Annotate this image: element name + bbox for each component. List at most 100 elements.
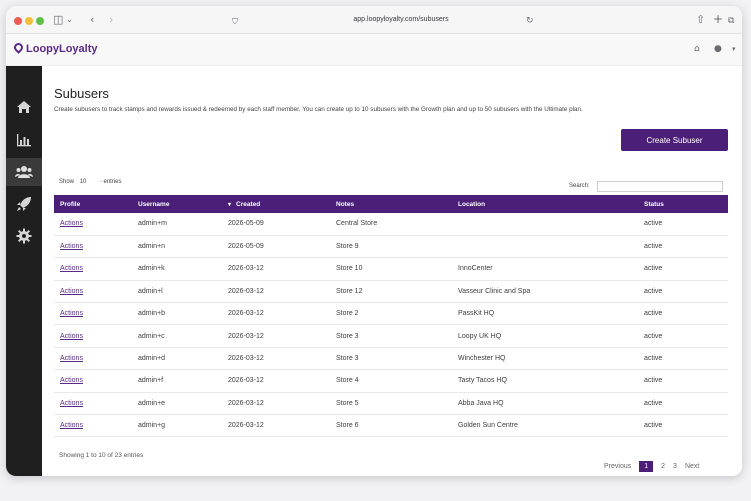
page-link-3[interactable]: 3 [673, 463, 677, 470]
cell-created: 2026-03-12 [228, 422, 264, 430]
column-header-username[interactable]: Username [138, 195, 228, 213]
table-cell: Store 6 [336, 415, 458, 437]
actions-link[interactable]: Actions [60, 310, 83, 317]
cell-created: 2026-03-12 [228, 332, 264, 340]
main-content: Subusers Create subusers to track stamps… [42, 66, 742, 476]
table-cell: Store 10 [336, 258, 458, 280]
tabs-overview-icon[interactable]: ⧉ [728, 14, 734, 28]
previous-page-link[interactable]: Previous [604, 463, 631, 470]
table-cell: Actions [54, 213, 138, 235]
chevron-down-icon[interactable]: ⌄ [66, 13, 73, 27]
forward-icon[interactable]: › [109, 13, 113, 27]
table-cell: Store 3 [336, 325, 458, 347]
maximize-window-button[interactable] [36, 17, 44, 25]
actions-link[interactable]: Actions [60, 377, 83, 384]
table-cell: 2026-03-12 [228, 347, 336, 369]
cell-username: admin+e [138, 399, 166, 407]
address-bar[interactable]: app.loopyloyalty.com/subusers [236, 12, 566, 28]
sidebar [6, 66, 42, 476]
page-link-1[interactable]: 1 [639, 461, 654, 472]
cell-username: admin+k [138, 265, 165, 273]
sidebar-item-reports[interactable] [6, 126, 42, 154]
create-subuser-button[interactable]: Create Subuser [621, 129, 728, 151]
cell-location: Golden Sun Centre [458, 422, 518, 430]
column-header-created[interactable]: ▾ Created [228, 195, 336, 213]
cell-username: admin+l [138, 287, 163, 295]
page-link-2[interactable]: 2 [661, 463, 665, 470]
table-cell: Store 9 [336, 235, 458, 257]
app-header: LoopyLoyalty ⌂ ● ▾ [6, 34, 742, 66]
close-window-button[interactable] [14, 17, 22, 25]
sidebar-item-settings[interactable] [6, 222, 42, 250]
user-menu-icon[interactable]: ● [714, 44, 722, 54]
search-input[interactable] [597, 181, 723, 192]
cell-status: active [644, 399, 663, 407]
home-icon[interactable]: ⌂ [694, 44, 700, 54]
table-cell: 2026-03-12 [228, 415, 336, 437]
actions-link[interactable]: Actions [60, 355, 83, 362]
table-cell: Actions [54, 235, 138, 257]
table-cell: admin+b [138, 303, 228, 325]
column-header-notes[interactable]: Notes [336, 195, 458, 213]
cell-created: 2026-03-12 [228, 287, 264, 295]
bar-chart-icon [17, 134, 31, 147]
actions-link[interactable]: Actions [60, 220, 83, 227]
cell-notes: Store 4 [336, 377, 359, 385]
sidebar-item-launch[interactable] [6, 190, 42, 218]
actions-link[interactable]: Actions [60, 400, 83, 407]
logo[interactable]: LoopyLoyalty [12, 41, 98, 55]
actions-link[interactable]: Actions [60, 422, 83, 429]
next-page-link[interactable]: Next [685, 463, 699, 470]
cell-status: active [644, 355, 663, 363]
cell-notes: Store 6 [336, 422, 359, 430]
actions-link[interactable]: Actions [60, 243, 83, 250]
table-cell: 2026-03-12 [228, 370, 336, 392]
table-cell: admin+f [138, 370, 228, 392]
cell-username: admin+n [138, 243, 166, 251]
table-cell: Actions [54, 325, 138, 347]
table-cell: admin+k [138, 258, 228, 280]
cell-notes: Store 9 [336, 243, 359, 251]
sidebar-toggle-icon[interactable]: ◫ [53, 13, 63, 27]
table-cell: Loopy UK HQ [458, 325, 644, 347]
browser-toolbar: ◫ ⌄ ‹ › ⛉ app.loopyloyalty.com/subusers … [6, 6, 742, 34]
share-icon[interactable]: ⇧ [696, 13, 705, 27]
table-cell: Abba Java HQ [458, 392, 644, 414]
column-header-location[interactable]: Location [458, 195, 644, 213]
cell-username: admin+g [138, 422, 166, 430]
column-header-status[interactable]: Status [644, 195, 728, 213]
table-row: Actions admin+g 2026-03-12 Store 6 Golden Su… [54, 415, 728, 437]
table-row: Actions admin+c 2026-03-12 Store 3 Loopy UK … [54, 325, 728, 348]
actions-link[interactable]: Actions [60, 288, 83, 295]
minimize-window-button[interactable] [25, 17, 33, 25]
new-tab-icon[interactable]: + [713, 12, 723, 26]
entries-select[interactable]: 10 [80, 179, 87, 185]
chevron-down-icon[interactable]: ▾ [732, 45, 736, 53]
table-cell: active [644, 370, 728, 392]
cell-status: active [644, 287, 663, 295]
table-cell: Actions [54, 280, 138, 302]
cell-location: Winchester HQ [458, 355, 506, 363]
table-body: Actions admin+m 2026-05-09 Central Store act… [54, 213, 728, 437]
table-cell: Actions [54, 415, 138, 437]
sidebar-item-home[interactable] [6, 93, 42, 121]
actions-link[interactable]: Actions [60, 333, 83, 340]
table-cell: 2026-03-12 [228, 280, 336, 302]
cell-username: admin+f [138, 377, 164, 385]
table-cell: active [644, 280, 728, 302]
sort-desc-icon: ▾ [228, 201, 232, 208]
reload-icon[interactable]: ↻ [526, 14, 534, 28]
table-cell: active [644, 235, 728, 257]
actions-link[interactable]: Actions [60, 265, 83, 272]
cell-notes: Central Store [336, 220, 378, 228]
table-cell: PassKit HQ [458, 303, 644, 325]
cell-location: Tasty Tacos HQ [458, 377, 507, 385]
sidebar-item-users[interactable] [6, 158, 42, 186]
column-header-profile[interactable]: Profile [54, 195, 138, 213]
table-row: Actions admin+m 2026-05-09 Central Store act… [54, 213, 728, 236]
cell-notes: Store 3 [336, 332, 359, 340]
table-cell: Tasty Tacos HQ [458, 370, 644, 392]
back-icon[interactable]: ‹ [90, 13, 94, 27]
page-title: Subusers [54, 86, 109, 101]
table-cell: 2026-03-12 [228, 325, 336, 347]
